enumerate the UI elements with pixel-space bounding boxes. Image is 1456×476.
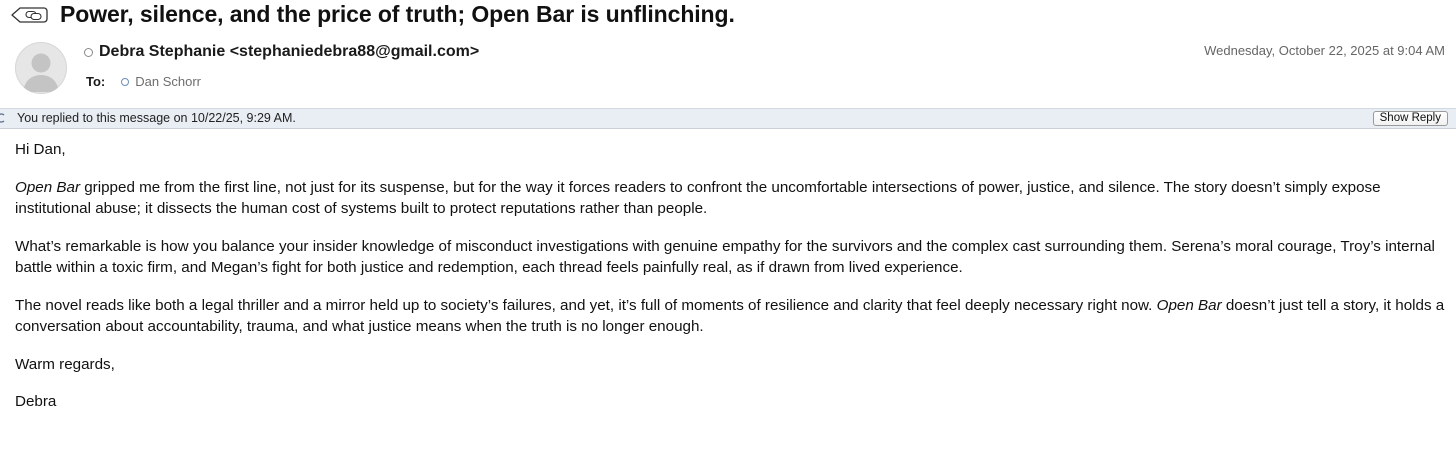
sender-row: Debra Stephanie <stephaniedebra88@gmail.… <box>84 43 479 61</box>
book-title: Open Bar <box>1156 296 1222 314</box>
speech-bubbles-icon[interactable] <box>10 4 52 26</box>
message-date: Wednesday, October 22, 2025 at 9:04 AM <box>1204 43 1445 58</box>
body-paragraph-2: What’s remarkable is how you balance you… <box>15 237 1435 277</box>
person-silhouette-icon <box>23 53 59 92</box>
email-subject: Power, silence, and the price of truth; … <box>60 1 735 27</box>
body-paragraph-3: The novel reads like both a legal thrill… <box>15 295 1445 338</box>
status-ring-icon <box>84 47 93 57</box>
signature: Debra <box>15 393 57 410</box>
status-ring-icon <box>121 77 130 86</box>
body-paragraph-1: Open Bar gripped me from the first line,… <box>15 177 1445 220</box>
to-label: To: <box>86 74 106 89</box>
to-row: To: Dan Schorr <box>86 74 201 89</box>
book-title: Open Bar <box>15 178 81 196</box>
sender-avatar <box>15 42 67 94</box>
paragraph-text: gripped me from the first line, not just… <box>15 178 1381 218</box>
replied-banner-text: You replied to this message on 10/22/25,… <box>17 111 296 125</box>
replied-banner: You replied to this message on 10/22/25,… <box>0 108 1456 129</box>
reply-arrow-icon <box>0 113 5 123</box>
show-reply-button[interactable]: Show Reply <box>1372 111 1448 126</box>
recipient-name[interactable]: Dan Schorr <box>135 74 201 89</box>
sender-name[interactable]: Debra Stephanie <stephaniedebra88@gmail.… <box>99 43 479 61</box>
greeting: Hi Dan, <box>15 141 66 158</box>
subject-row: Power, silence, and the price of truth; … <box>0 0 1456 34</box>
paragraph-text: The novel reads like both a legal thrill… <box>15 296 1157 314</box>
closing: Warm regards, <box>15 355 115 373</box>
message-body: Hi Dan, Open Bar gripped me from the fir… <box>15 139 1445 429</box>
